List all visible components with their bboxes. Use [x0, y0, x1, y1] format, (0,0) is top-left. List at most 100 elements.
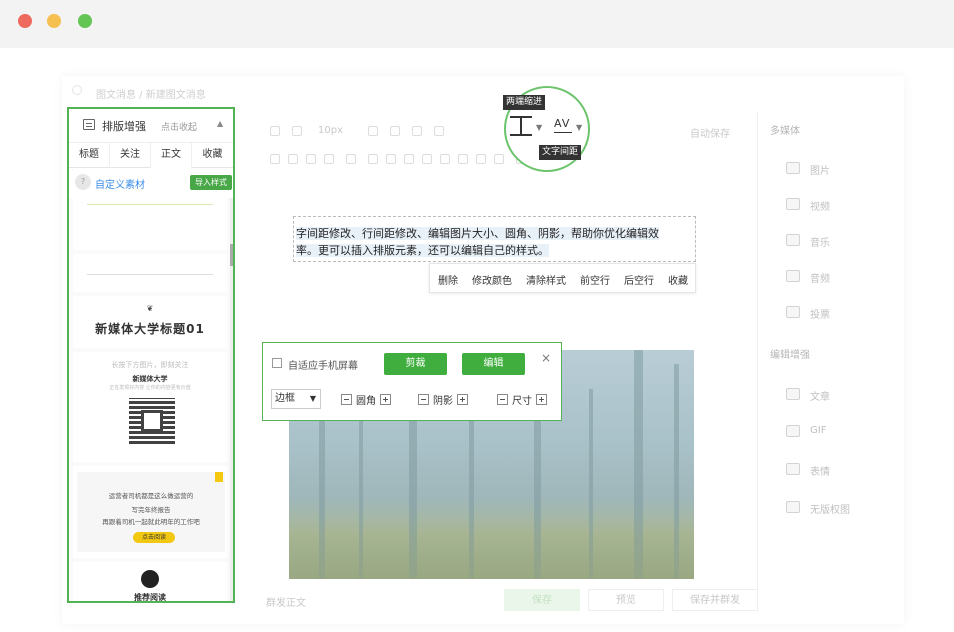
selected-text-line-1: 字间距修改、行间距修改、编辑图片大小、圆角、阴影，帮助你优化编辑效	[296, 227, 659, 240]
layout-icon	[83, 119, 95, 130]
template-recommend[interactable]: 推荐阅读	[73, 562, 227, 602]
close-window-button[interactable]	[18, 14, 32, 28]
line-height-icon[interactable]	[494, 154, 504, 164]
delete-menu-item[interactable]: 删除	[438, 272, 458, 287]
shadow-stepper: 阴影	[416, 392, 470, 407]
breadcrumb: 图文消息 / 新建图文消息	[96, 90, 206, 101]
font-size-select[interactable]: 10px	[318, 125, 343, 136]
justify-indent-icon[interactable]	[510, 116, 532, 136]
shadow-minus-button[interactable]	[418, 394, 429, 405]
size-plus-button[interactable]	[536, 394, 547, 405]
tab-title[interactable]: 标题	[69, 143, 110, 168]
gif-icon	[786, 425, 800, 437]
align-center-icon[interactable]	[404, 154, 414, 164]
help-icon[interactable]: ?	[75, 174, 91, 190]
free-image-icon	[786, 501, 800, 513]
custom-material-link[interactable]: 自定义素材	[95, 176, 145, 191]
preview-button[interactable]: 预览	[588, 589, 664, 611]
tab-follow[interactable]: 关注	[110, 143, 151, 168]
follow-sub: 正在发现好内容 让你的内容更有价值	[109, 385, 191, 391]
clear-style-menu-item[interactable]: 清除样式	[526, 272, 566, 287]
emoji-icon	[786, 463, 800, 475]
import-style-button[interactable]: 导入样式	[190, 175, 232, 190]
template-title[interactable]: ❦ 新媒体大学标题01	[73, 296, 227, 348]
enhance-heading: 编辑增强	[770, 350, 810, 361]
blank-line-before-menu-item[interactable]: 前空行	[580, 272, 610, 287]
italic-icon[interactable]	[288, 154, 298, 164]
blank-line-after-menu-item[interactable]: 后空行	[624, 272, 654, 287]
qr-code-image	[129, 398, 175, 444]
bold-icon[interactable]	[270, 154, 280, 164]
spacing-dropdown-icon[interactable]: ▼	[576, 123, 582, 132]
save-button[interactable]: 保存	[504, 589, 580, 611]
shadow-plus-button[interactable]	[457, 394, 468, 405]
fit-screen-icon[interactable]	[272, 358, 282, 368]
panel-scrollbar-thumb[interactable]	[230, 244, 233, 266]
card-read-button: 点击阅读	[133, 532, 175, 543]
collapse-link[interactable]: 点击收起	[161, 120, 197, 133]
align-right-icon[interactable]	[422, 154, 432, 164]
selected-text-block[interactable]: 字间距修改、行间距修改、编辑图片大小、圆角、阴影，帮助你优化编辑效 率。更可以插…	[293, 216, 696, 262]
mass-send-label: 群发正文	[266, 598, 306, 609]
tab-body[interactable]: 正文	[151, 143, 192, 168]
radius-plus-button[interactable]	[380, 394, 391, 405]
bold-toolbar-icon[interactable]	[368, 126, 378, 136]
tab-favorites[interactable]: 收藏	[192, 143, 233, 168]
selected-text-line-2: 率。更可以插入排版元素，还可以编辑自己的样式。	[296, 244, 549, 257]
selected-text[interactable]: 字间距修改、行间距修改、编辑图片大小、圆角、阴影，帮助你优化编辑效 率。更可以插…	[296, 225, 692, 259]
template-follow-qr[interactable]: 长按下方图片，即刻关注 新媒体大学 正在发现好内容 让你的内容更有价值	[73, 352, 227, 462]
align-left-icon[interactable]	[386, 154, 396, 164]
fit-screen-label[interactable]: 自适应手机屏幕	[288, 357, 358, 372]
layout-enhance-panel: 排版增强 点击收起 ▲ 标题 关注 正文 收藏 ? 自定义素材 导入样式 ❦ 新…	[67, 107, 235, 603]
redo-icon[interactable]	[292, 126, 302, 136]
image-tools-popup: 自适应手机屏幕 剪裁 编辑 × 边框 ▼ 圆角 阴影 尺寸	[262, 342, 562, 421]
back-icon[interactable]	[72, 85, 82, 95]
panel-title: 排版增强	[102, 120, 146, 133]
bg-color-icon[interactable]	[346, 154, 356, 164]
template-read-card[interactable]: 运营者司机都是这么做运营的 写完年终报告 再跟着司机一起就此明年的工作吧 点击阅…	[73, 466, 227, 558]
read-card: 运营者司机都是这么做运营的 写完年终报告 再跟着司机一起就此明年的工作吧 点击阅…	[77, 472, 225, 552]
text-context-menu: 删除 修改颜色 清除样式 前空行 后空行 收藏	[429, 263, 696, 293]
align-justify-icon[interactable]	[440, 154, 450, 164]
size-stepper: 尺寸	[495, 392, 549, 407]
radius-minus-button[interactable]	[341, 394, 352, 405]
recommend-logo	[141, 570, 159, 588]
close-icon[interactable]: ×	[541, 351, 551, 365]
template-list: ❦ 新媒体大学标题01 长按下方图片，即刻关注 新媒体大学 正在发现好内容 让你…	[69, 198, 233, 601]
format-painter-icon[interactable]	[412, 126, 422, 136]
custom-material-row: ? 自定义素材 导入样式	[69, 171, 233, 195]
border-select[interactable]: 边框 ▼	[271, 389, 321, 409]
ordered-list-icon[interactable]	[476, 154, 486, 164]
template-title-text: 新媒体大学标题01	[95, 322, 205, 336]
video-icon	[786, 198, 800, 210]
save-and-send-button[interactable]: 保存并群发	[672, 589, 758, 611]
strike-icon[interactable]	[368, 154, 378, 164]
size-minus-button[interactable]	[497, 394, 508, 405]
letter-spacing-icon[interactable]: AV	[554, 117, 570, 130]
indent-dropdown-icon[interactable]: ▼	[536, 123, 542, 132]
recommend-title: 推荐阅读	[134, 593, 166, 602]
indent-tooltip: 两端缩进	[503, 95, 546, 110]
minimize-window-button[interactable]	[47, 14, 61, 28]
radius-stepper: 圆角	[339, 392, 393, 407]
card-line-3: 再跟着司机一起就此明年的工作吧	[102, 518, 200, 526]
favorite-menu-item[interactable]: 收藏	[668, 272, 688, 287]
right-divider	[757, 112, 758, 612]
follow-brand: 新媒体大学	[132, 375, 168, 383]
zoom-window-button[interactable]	[78, 14, 92, 28]
template-divider-2[interactable]	[73, 254, 227, 292]
list-icon[interactable]	[458, 154, 468, 164]
font-color-icon[interactable]	[324, 154, 334, 164]
undo-icon[interactable]	[270, 126, 280, 136]
panel-tabs: 标题 关注 正文 收藏	[69, 143, 233, 168]
follow-hint: 长按下方图片，即刻关注	[111, 361, 189, 369]
change-color-menu-item[interactable]: 修改颜色	[472, 272, 512, 287]
template-divider-1[interactable]	[73, 198, 227, 250]
chevron-down-icon: ▼	[309, 394, 316, 403]
style-icon[interactable]	[434, 126, 444, 136]
crop-button[interactable]: 剪裁	[384, 353, 447, 375]
caret-up-icon[interactable]: ▲	[217, 119, 223, 128]
underline-icon[interactable]	[306, 154, 316, 164]
hr-icon[interactable]	[390, 126, 400, 136]
edit-image-button[interactable]: 编辑	[462, 353, 525, 375]
